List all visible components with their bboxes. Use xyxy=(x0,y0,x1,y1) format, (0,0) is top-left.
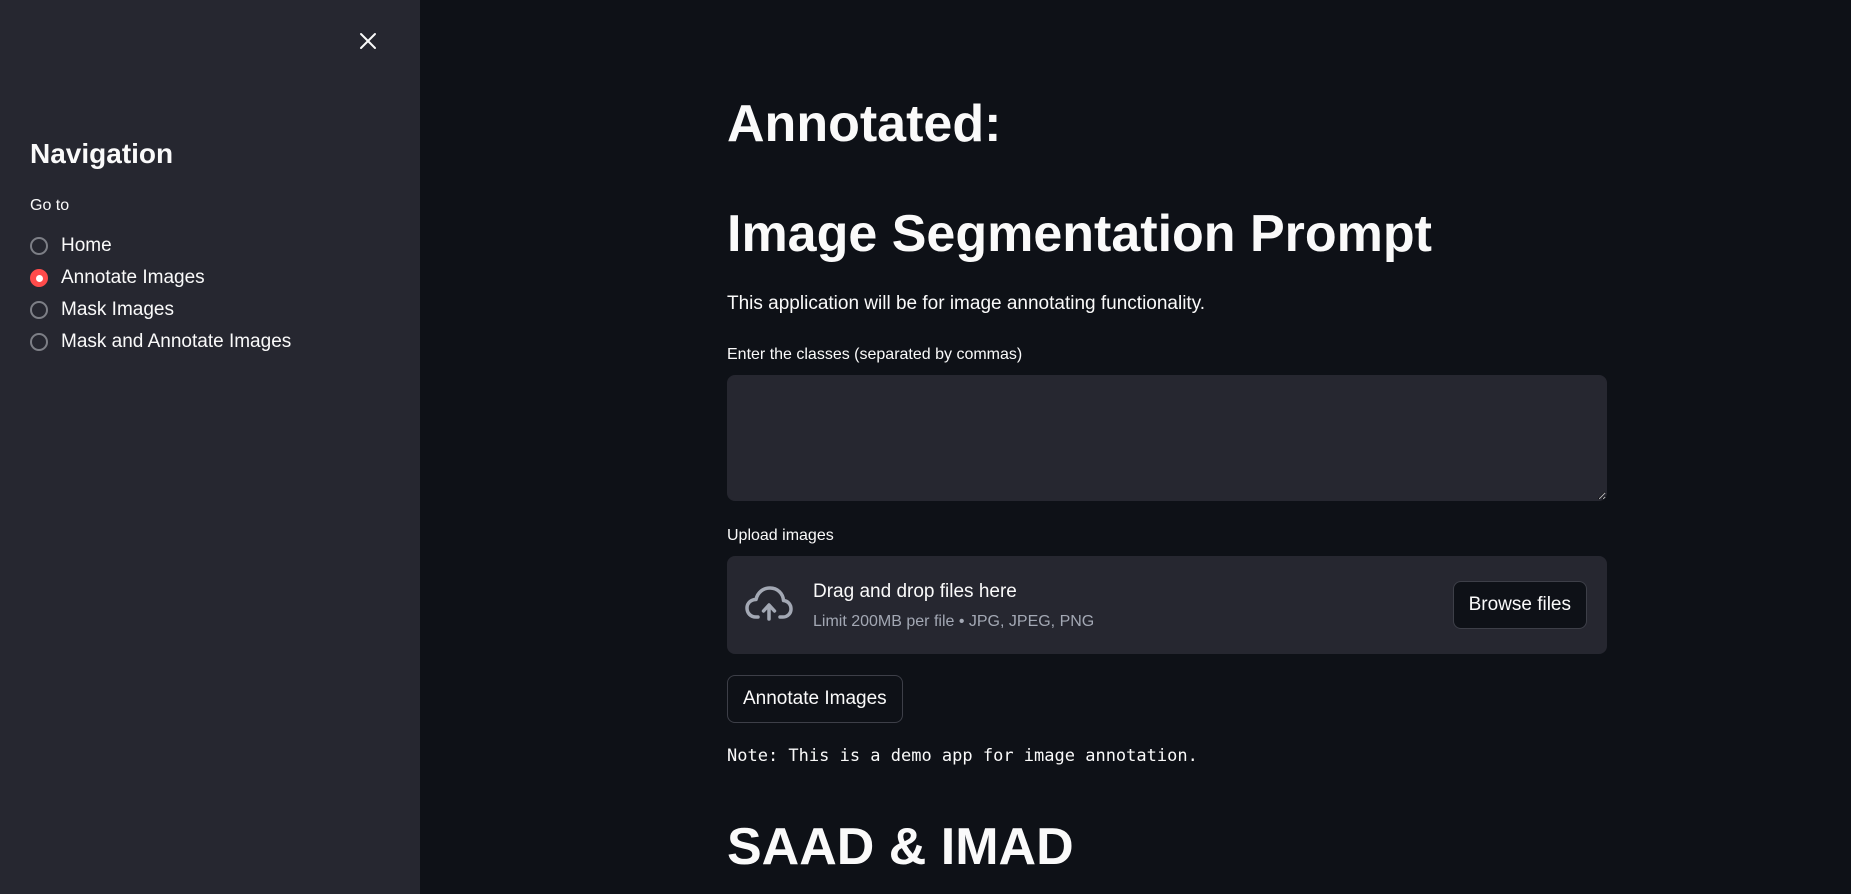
radio-option-label: Mask Images xyxy=(61,299,174,320)
file-dropzone[interactable]: Drag and drop files here Limit 200MB per… xyxy=(727,556,1607,654)
page-title: Image Segmentation Prompt xyxy=(727,205,1432,263)
dropzone-title: Drag and drop files here xyxy=(813,581,1017,602)
radio-button[interactable] xyxy=(30,237,48,255)
annotate-images-button[interactable]: Annotate Images xyxy=(727,675,903,723)
radio-button[interactable] xyxy=(30,333,48,351)
browse-files-button[interactable]: Browse files xyxy=(1452,581,1587,629)
close-sidebar-button[interactable] xyxy=(354,27,382,55)
navigation-radio-group: Home Annotate Images Mask Images Mask an… xyxy=(30,230,291,358)
upload-label: Upload images xyxy=(727,527,834,544)
app-root: Navigation Go to Home Annotate Images Ma… xyxy=(0,0,1851,894)
radio-option-mask-and-annotate-images[interactable]: Mask and Annotate Images xyxy=(30,326,291,358)
sidebar-title: Navigation xyxy=(30,138,174,169)
radio-option-label: Annotate Images xyxy=(61,267,205,288)
dropzone-limit-text: Limit 200MB per file • JPG, JPEG, PNG xyxy=(813,613,1095,630)
close-icon xyxy=(360,33,376,49)
demo-note: Note: This is a demo app for image annot… xyxy=(727,746,1198,766)
radio-button-selected[interactable] xyxy=(30,269,48,287)
classes-textarea[interactable] xyxy=(727,375,1607,501)
classes-input-label: Enter the classes (separated by commas) xyxy=(727,346,1023,363)
sidebar: Navigation Go to Home Annotate Images Ma… xyxy=(0,0,420,894)
radio-option-label: Mask and Annotate Images xyxy=(61,331,292,352)
radio-option-home[interactable]: Home xyxy=(30,230,291,262)
page-description: This application will be for image annot… xyxy=(727,293,1206,314)
radio-option-label: Home xyxy=(61,235,112,256)
radio-button[interactable] xyxy=(30,301,48,319)
radio-option-mask-images[interactable]: Mask Images xyxy=(30,294,291,326)
radio-option-annotate-images[interactable]: Annotate Images xyxy=(30,262,291,294)
cloud-upload-icon xyxy=(745,586,793,621)
radio-group-label: Go to xyxy=(30,197,70,214)
footer-heading: SAAD & IMAD xyxy=(727,818,1074,876)
heading-annotated: Annotated: xyxy=(727,95,1002,153)
